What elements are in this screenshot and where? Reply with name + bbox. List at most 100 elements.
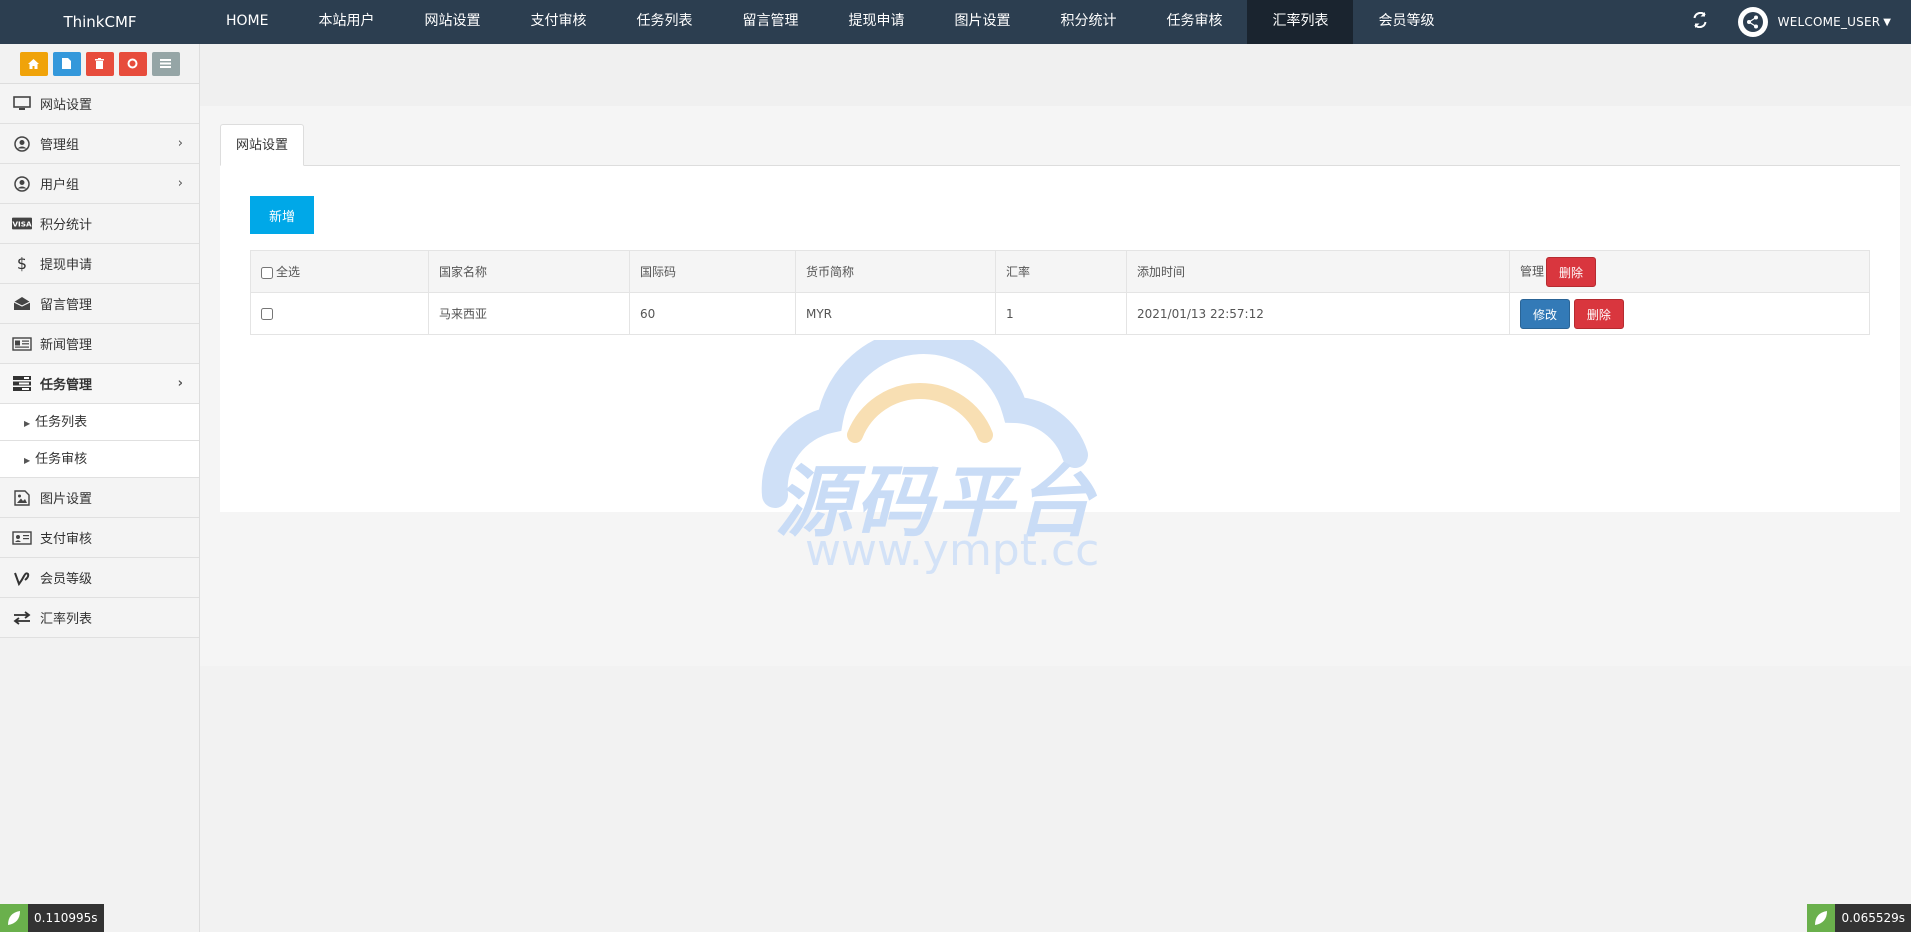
exchange-icon bbox=[12, 610, 32, 626]
user-avatar[interactable] bbox=[1737, 7, 1768, 37]
topnav-item-site-users[interactable]: 本站用户 bbox=[293, 0, 399, 44]
manage-label: 管理 bbox=[1520, 264, 1545, 278]
chevron-right-icon: › bbox=[177, 176, 183, 191]
vine-icon bbox=[12, 570, 32, 586]
topnav-item-site-settings[interactable]: 网站设置 bbox=[399, 0, 505, 44]
home-icon[interactable] bbox=[19, 51, 48, 76]
sidebar-item-label: 积分统计 bbox=[40, 218, 93, 233]
sidebar-item-user-group[interactable]: 用户组 › bbox=[0, 164, 199, 204]
render-timer-left: 0.110995s bbox=[0, 904, 104, 932]
topnav-item-withdrawals[interactable]: 提现申请 bbox=[823, 0, 929, 44]
delete-button[interactable]: 删除 bbox=[1573, 298, 1624, 329]
exchange-rate-table: 全选 国家名称 国际码 货币简称 汇率 添加时间 管理 删除 马来西亚 60 M… bbox=[250, 250, 1870, 335]
header-select-all: 全选 bbox=[250, 250, 429, 293]
sidebar-item-exchange-rates[interactable]: 汇率列表 bbox=[0, 598, 199, 638]
header-added-time: 添加时间 bbox=[1126, 250, 1510, 293]
dollar-icon: $ bbox=[16, 254, 28, 273]
file-icon[interactable] bbox=[52, 51, 81, 76]
select-all-checkbox[interactable] bbox=[261, 266, 273, 279]
list-icon[interactable] bbox=[151, 51, 180, 76]
topnav-item-task-list[interactable]: 任务列表 bbox=[611, 0, 717, 44]
add-button[interactable]: 新增 bbox=[250, 196, 314, 234]
cell-rate: 1 bbox=[995, 292, 1127, 335]
user-circle-icon bbox=[12, 175, 32, 192]
monitor-icon bbox=[12, 96, 32, 112]
topnav-item-image-settings[interactable]: 图片设置 bbox=[929, 0, 1035, 44]
sidebar-item-label: 支付审核 bbox=[40, 532, 93, 547]
refresh-icon[interactable] bbox=[1692, 11, 1708, 33]
sidebar-item-payment-review[interactable]: 支付审核 bbox=[0, 518, 199, 558]
cell-added-time: 2021/01/13 22:57:12 bbox=[1126, 292, 1510, 335]
topnav-item-messages[interactable]: 留言管理 bbox=[717, 0, 823, 44]
svg-text:VISA: VISA bbox=[12, 220, 32, 229]
bulk-delete-button[interactable]: 删除 bbox=[1546, 256, 1597, 287]
row-checkbox[interactable] bbox=[261, 308, 273, 320]
sidebar-subitem-label: 任务审核 bbox=[35, 452, 88, 467]
header-country: 国家名称 bbox=[428, 250, 630, 293]
chevron-right-icon: › bbox=[177, 136, 183, 151]
sidebar-item-admin-group[interactable]: 管理组 › bbox=[0, 124, 199, 164]
topnav-item-home[interactable]: HOME bbox=[201, 0, 293, 44]
select-all-label: 全选 bbox=[276, 265, 301, 279]
cell-country: 马来西亚 bbox=[428, 292, 630, 335]
top-nav-menu: HOME 本站用户 网站设置 支付审核 任务列表 留言管理 提现申请 图片设置 … bbox=[201, 0, 1459, 44]
newspaper-icon bbox=[12, 336, 32, 352]
caret-right-icon: ▶ bbox=[24, 419, 31, 428]
header-rate: 汇率 bbox=[995, 250, 1127, 293]
timer-value: 0.110995s bbox=[34, 911, 98, 925]
image-icon bbox=[12, 489, 32, 506]
sidebar-item-label: 网站设置 bbox=[40, 98, 93, 113]
sidebar-item-label: 用户组 bbox=[40, 178, 80, 193]
sidebar-item-member-levels[interactable]: 会员等级 bbox=[0, 558, 199, 598]
visa-icon: VISA bbox=[12, 216, 32, 232]
row-select-cell bbox=[250, 292, 429, 335]
header-manage: 管理 删除 bbox=[1509, 250, 1870, 293]
chevron-right-icon: › bbox=[177, 376, 183, 391]
tab-bar: 网站设置 bbox=[220, 124, 1900, 166]
sidebar-subitem-task-list[interactable]: ▶ 任务列表 bbox=[0, 404, 199, 441]
table-header-row: 全选 国家名称 国际码 货币简称 汇率 添加时间 管理 删除 bbox=[250, 250, 1870, 293]
caret-down-icon[interactable]: ▼ bbox=[1883, 17, 1891, 28]
tab-site-settings[interactable]: 网站设置 bbox=[220, 124, 305, 166]
sidebar-item-label: 提现申请 bbox=[40, 258, 93, 273]
trash-icon[interactable] bbox=[85, 51, 114, 76]
sidebar-item-label: 管理组 bbox=[40, 138, 80, 153]
brand-logo[interactable]: ThinkCMF bbox=[0, 13, 200, 31]
topnav-item-points[interactable]: 积分统计 bbox=[1035, 0, 1141, 44]
user-name[interactable]: WELCOME_USER bbox=[1778, 15, 1881, 29]
cell-actions: 修改 删除 bbox=[1509, 292, 1870, 335]
topnav-item-task-review[interactable]: 任务审核 bbox=[1141, 0, 1247, 44]
cell-currency: MYR bbox=[795, 292, 996, 335]
sidebar-item-messages[interactable]: 留言管理 bbox=[0, 284, 199, 324]
topnav-item-payment-review[interactable]: 支付审核 bbox=[505, 0, 611, 44]
sidebar-item-label: 会员等级 bbox=[40, 572, 93, 587]
sidebar-item-image-settings[interactable]: 图片设置 bbox=[0, 478, 199, 518]
sidebar-subitem-task-review[interactable]: ▶ 任务审核 bbox=[0, 441, 199, 478]
sidebar-item-label: 汇率列表 bbox=[40, 612, 93, 627]
envelope-open-icon bbox=[12, 296, 32, 312]
id-card-icon bbox=[12, 530, 32, 546]
sidebar-item-withdrawals[interactable]: $ 提现申请 bbox=[0, 244, 199, 284]
edit-button[interactable]: 修改 bbox=[1520, 298, 1571, 329]
sidebar-subitem-label: 任务列表 bbox=[35, 415, 88, 430]
sidebar-item-news[interactable]: 新闻管理 bbox=[0, 324, 199, 364]
sidebar-item-site-settings[interactable]: 网站设置 bbox=[0, 84, 199, 124]
sidebar: 网站设置 管理组 › 用户组 › VISA 积分统计 $ 提现申请 留言管理 新… bbox=[0, 44, 200, 932]
content-panel: 新增 全选 国家名称 国际码 货币简称 汇率 添加时间 管理 删除 马来西亚 6… bbox=[220, 166, 1900, 512]
sidebar-item-label: 任务管理 bbox=[40, 378, 93, 393]
main-content: 网站设置 新增 全选 国家名称 国际码 货币简称 汇率 添加时间 管理 删除 马… bbox=[200, 106, 1911, 666]
sidebar-item-label: 图片设置 bbox=[40, 492, 93, 507]
sidebar-item-label: 留言管理 bbox=[40, 298, 93, 313]
recycle-icon[interactable] bbox=[118, 51, 147, 76]
tasks-icon bbox=[12, 376, 32, 392]
cell-code: 60 bbox=[629, 292, 796, 335]
sidebar-item-task-management[interactable]: 任务管理 › bbox=[0, 364, 199, 404]
topnav-item-member-levels[interactable]: 会员等级 bbox=[1353, 0, 1459, 44]
sidebar-item-label: 新闻管理 bbox=[40, 338, 93, 353]
user-circle-icon bbox=[12, 135, 32, 152]
leaf-icon bbox=[0, 904, 28, 932]
leaf-icon bbox=[1807, 904, 1836, 932]
sidebar-item-points[interactable]: VISA 积分统计 bbox=[0, 204, 199, 244]
topnav-item-exchange-rates[interactable]: 汇率列表 bbox=[1247, 0, 1354, 44]
timer-value: 0.065529s bbox=[1841, 911, 1905, 925]
